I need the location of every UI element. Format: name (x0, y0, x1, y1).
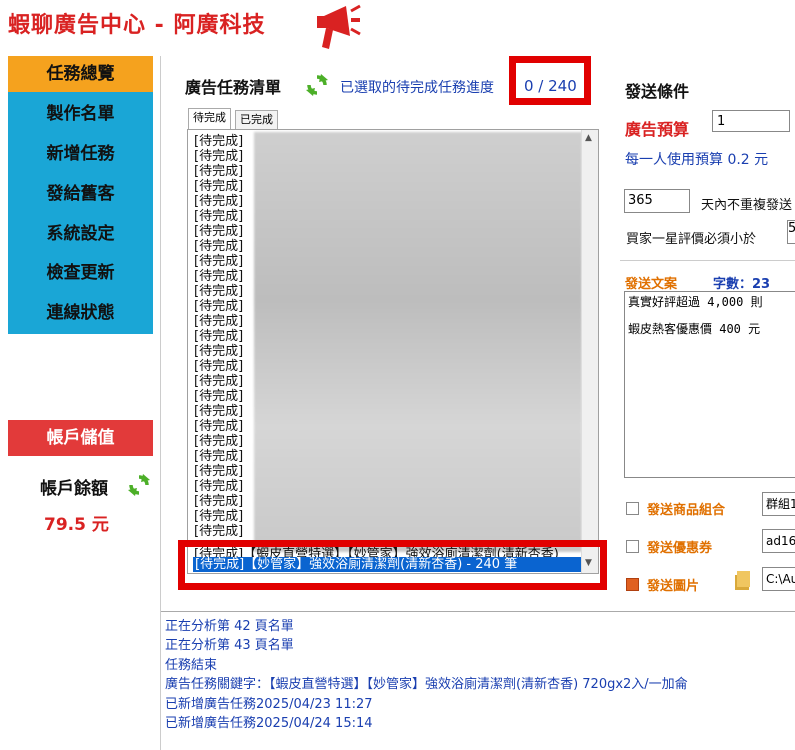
budget-input[interactable]: 1 (712, 110, 790, 132)
tab-pending[interactable]: 待完成 (188, 108, 231, 130)
list-item[interactable]: [待完成] (194, 404, 254, 419)
list-item[interactable]: [待完成] (194, 449, 254, 464)
log-line: 已新增廣告任務2025/04/24 15:14 (165, 716, 373, 732)
scroll-up-icon[interactable]: ▲ (585, 133, 592, 143)
list-item[interactable]: [待完成] (194, 224, 254, 239)
sidebar-item-connection-status[interactable]: 連線狀態 (8, 295, 153, 331)
list-item[interactable]: [待完成] (194, 239, 254, 254)
sidebar-item-settings[interactable]: 系統設定 (8, 216, 153, 252)
list-item[interactable]: [待完成] (194, 389, 254, 404)
sidebar-item-task-overview[interactable]: 任務總覽 (8, 56, 153, 92)
log-line: 廣告任務關鍵字：【蝦皮直營特選】【妙管家】強效浴廁清潔劑(清新杏香) 720gx… (165, 677, 688, 693)
checkbox[interactable] (626, 540, 639, 553)
list-item[interactable]: [待完成] (194, 269, 254, 284)
task-list[interactable]: [待完成] [待完成] [待完成] [待完成] [待完成] [待完成] [待完成] [待完成]… (187, 129, 599, 574)
list-item[interactable]: [待完成] (194, 374, 254, 389)
rating-input[interactable]: 5 (787, 220, 795, 244)
list-item[interactable]: [待完成] (194, 284, 254, 299)
conditions-title: 發送條件 (625, 82, 690, 101)
option-product-bundle[interactable]: 發送商品組合 (626, 499, 725, 518)
image-path-input[interactable]: C:\Au (762, 567, 795, 591)
sidebar-item-add-task[interactable]: 新增任務 (8, 136, 153, 172)
sidebar-item-check-updates[interactable]: 檢查更新 (8, 255, 153, 291)
list-item[interactable]: [待完成] (194, 434, 254, 449)
list-item[interactable]: [待完成] (194, 194, 254, 209)
rating-label: 買家一星評價必須小於 (626, 232, 757, 247)
list-item[interactable]: [待完成] (194, 179, 254, 194)
log-line: 正在分析第 43 頁名單 (165, 638, 294, 654)
list-item[interactable]: [待完成] (194, 494, 254, 509)
list-item[interactable]: [待完成] (194, 419, 254, 434)
list-item[interactable]: [待完成] (194, 464, 254, 479)
message-line: 蝦皮熱客優惠價 400 元 (628, 322, 761, 336)
task-list-items: [待完成] [待完成] [待完成] [待完成] [待完成] [待完成] [待完成] [待完成]… (194, 134, 254, 539)
char-count: 字數：23 (713, 277, 771, 292)
highlight-box (178, 540, 607, 590)
topup-button[interactable]: 帳戶儲值 (8, 420, 153, 456)
list-item[interactable]: [待完成] (194, 509, 254, 524)
per-user-budget: 每一人使用預算 0.2 元 (625, 152, 769, 168)
sidebar-item-make-list[interactable]: 製作名單 (8, 96, 153, 132)
scrollbar[interactable]: ▲ ▼ (581, 130, 598, 573)
log-line: 正在分析第 42 頁名單 (165, 619, 294, 634)
budget-label: 廣告預算 (625, 120, 690, 139)
progress-label: 已選取的待完成任務進度 (340, 80, 494, 96)
divider (161, 611, 795, 612)
list-item[interactable]: [待完成] (194, 134, 254, 149)
megaphone-icon (317, 4, 361, 49)
refresh-icon[interactable] (128, 474, 150, 496)
sidebar-item-old-customers[interactable]: 發給舊客 (8, 176, 153, 212)
list-item[interactable]: [待完成] (194, 209, 254, 224)
balance-value: 79.5 元 (44, 515, 109, 535)
list-item[interactable]: [待完成] (194, 344, 254, 359)
tab-done[interactable]: 已完成 (235, 110, 278, 129)
message-label: 發送文案 (625, 277, 678, 292)
list-item[interactable]: [待完成] (194, 314, 254, 329)
checkbox[interactable] (626, 578, 639, 591)
blurred-content (254, 132, 582, 552)
days-label: 天內不重複發送 (701, 198, 793, 213)
refresh-icon[interactable] (306, 74, 328, 96)
log-panel: 正在分析第 42 頁名單 正在分析第 43 頁名單 任務結束 廣告任務關鍵字：【… (165, 617, 688, 733)
list-item[interactable]: [待完成] (194, 299, 254, 314)
tasklist-title: 廣告任務清單 (185, 78, 282, 97)
balance-label: 帳戶餘額 (40, 479, 108, 499)
app-title: 蝦聊廣告中心 - 阿廣科技 (8, 13, 266, 38)
sidebar-nav: 任務總覽 製作名單 新增任務 發給舊客 系統設定 檢查更新 連線狀態 (8, 56, 153, 334)
highlight-box (509, 56, 591, 105)
message-line: 真實好評超過 4,000 則 (628, 295, 763, 309)
log-line: 任務結束 (165, 657, 218, 673)
list-item[interactable]: [待完成] (194, 359, 254, 374)
option-image[interactable]: 發送圖片 (626, 575, 699, 594)
message-textarea[interactable]: 真實好評超過 4,000 則 蝦皮熱客優惠價 400 元 (624, 291, 795, 478)
divider (620, 260, 795, 261)
list-item[interactable]: [待完成] (194, 479, 254, 494)
list-item[interactable]: [待完成] (194, 524, 254, 539)
divider (160, 56, 161, 750)
list-item[interactable]: [待完成] (194, 149, 254, 164)
option-coupon[interactable]: 發送優惠券 (626, 537, 712, 556)
coupon-input[interactable]: ad16 (762, 529, 795, 553)
list-item[interactable]: [待完成] (194, 329, 254, 344)
days-input[interactable]: 365 (624, 189, 690, 213)
list-item[interactable]: [待完成] (194, 164, 254, 179)
list-item[interactable]: [待完成] (194, 254, 254, 269)
log-line: 已新增廣告任務2025/04/23 11:27 (165, 696, 373, 712)
folder-icon[interactable] (734, 569, 752, 591)
checkbox[interactable] (626, 502, 639, 515)
bundle-select[interactable]: 群組1 (762, 492, 795, 516)
